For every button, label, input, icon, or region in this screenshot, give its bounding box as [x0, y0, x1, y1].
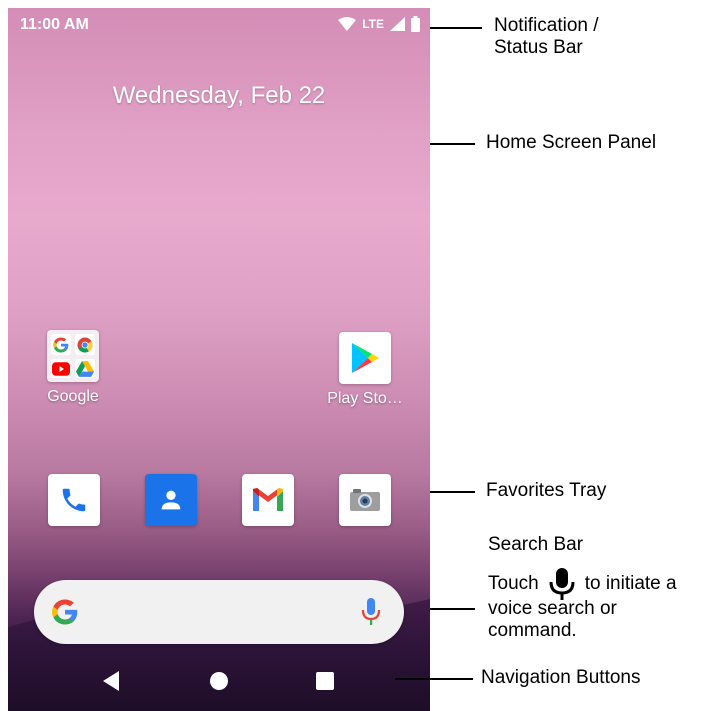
chrome-icon [75, 334, 95, 355]
callout-search-touch: Touch [488, 573, 539, 594]
navigation-bar [8, 656, 430, 706]
phone-app[interactable] [48, 474, 100, 526]
status-time: 11:00 AM [20, 16, 89, 33]
contacts-app[interactable] [145, 474, 197, 526]
callout-favorites: Favorites Tray [486, 480, 607, 501]
callout-notification: Notification / Status Bar [494, 15, 599, 59]
callout-search-initiate: to initiate a [584, 573, 677, 594]
callout-search-touch-row: Touch to initiate a [488, 566, 677, 602]
google-g-icon [52, 599, 78, 625]
status-icons: LTE [338, 16, 420, 32]
callout-line-favorites [430, 491, 475, 493]
phone-screen: 11:00 AM LTE Wednesday, Feb 22 Google Pl… [8, 8, 430, 711]
play-store-app[interactable]: Play Sto… [325, 332, 405, 408]
play-store-icon [352, 343, 379, 373]
google-icon [51, 334, 71, 355]
callout-line-status [430, 27, 482, 29]
mic-icon [549, 568, 575, 600]
wifi-icon [338, 17, 357, 31]
back-button[interactable] [101, 670, 121, 692]
callout-notification-line2: Status Bar [494, 37, 583, 58]
callout-line-search [430, 608, 475, 610]
signal-icon [390, 17, 405, 31]
search-bar[interactable] [34, 580, 404, 644]
youtube-icon [51, 359, 71, 378]
recents-button[interactable] [315, 671, 335, 691]
camera-app[interactable] [339, 474, 391, 526]
camera-icon [350, 489, 380, 511]
google-folder[interactable]: Google [33, 330, 113, 406]
callout-search-line4: command. [488, 620, 577, 641]
google-folder-label: Google [47, 388, 99, 405]
callout-notification-line1: Notification / [494, 15, 599, 36]
callout-search-line3: voice search or [488, 598, 617, 619]
callout-line-nav [395, 678, 473, 680]
home-date[interactable]: Wednesday, Feb 22 [8, 82, 430, 110]
status-bar[interactable]: 11:00 AM LTE [8, 8, 430, 42]
drive-icon [75, 359, 95, 378]
callout-search-title: Search Bar [488, 534, 584, 555]
callout-home-panel: Home Screen Panel [486, 132, 657, 153]
home-button[interactable] [209, 671, 229, 691]
callout-nav-buttons: Navigation Buttons [481, 667, 641, 688]
phone-icon [62, 488, 86, 512]
battery-icon [411, 16, 420, 32]
play-store-label: Play Sto… [327, 390, 403, 407]
contacts-icon [161, 490, 181, 510]
mic-icon[interactable] [360, 597, 382, 627]
play-store-tile[interactable] [339, 332, 391, 384]
gmail-icon [253, 488, 283, 511]
callout-line-home [430, 143, 475, 145]
gmail-app[interactable] [242, 474, 294, 526]
google-folder-tile[interactable] [47, 330, 99, 382]
network-type: LTE [362, 17, 384, 31]
